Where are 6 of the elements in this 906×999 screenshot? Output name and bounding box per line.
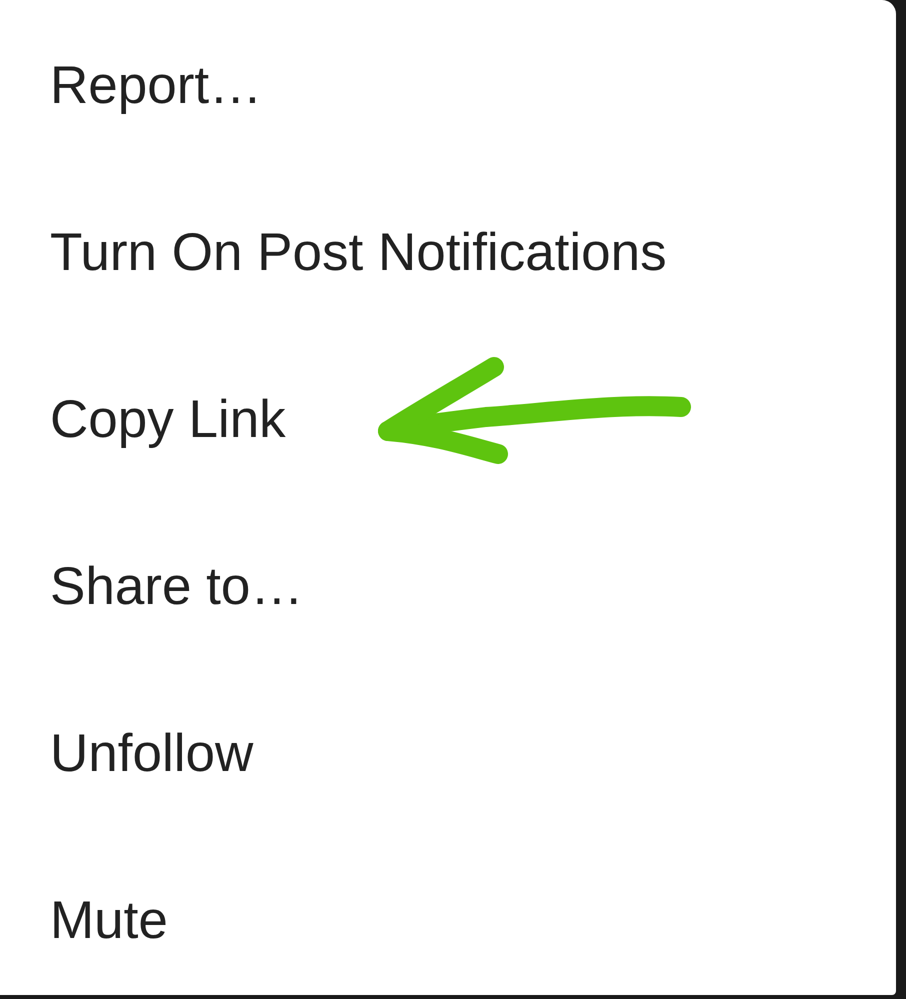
- menu-item[interactable]: Turn On Post Notifications: [50, 212, 667, 292]
- menu-item[interactable]: Mute: [50, 880, 168, 960]
- menu-item[interactable]: Copy Link: [50, 380, 286, 460]
- menu-item[interactable]: Share to…: [50, 546, 304, 626]
- menu-item[interactable]: Unfollow: [50, 714, 254, 794]
- menu-item[interactable]: Report…: [50, 46, 262, 126]
